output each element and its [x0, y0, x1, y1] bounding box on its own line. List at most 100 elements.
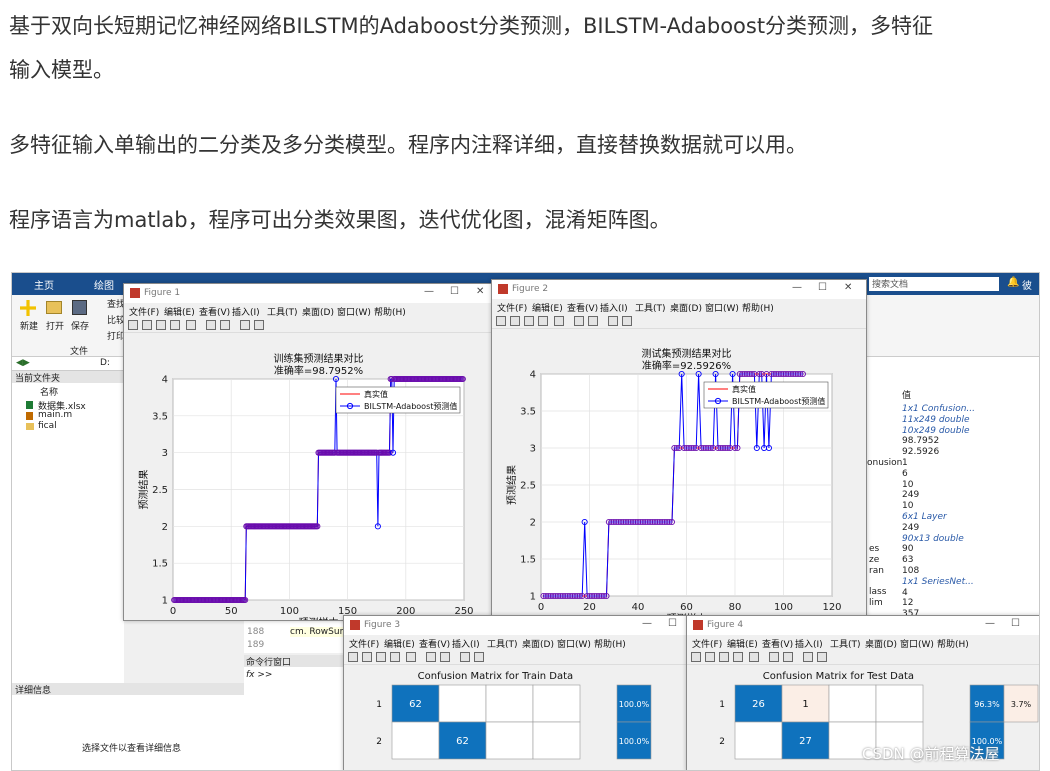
pointer-icon[interactable]	[803, 652, 813, 662]
figure3-window[interactable]: Figure 3— ☐ 文件(F) 编辑(E) 查看(V) 插入(I) 工具(T) 桌面(D…	[343, 615, 689, 770]
save-disk-icon[interactable]	[72, 300, 87, 315]
menu-item[interactable]: 工具(T)	[267, 305, 298, 318]
menu-item[interactable]: 工具(T)	[487, 637, 518, 650]
menu-item[interactable]: 窗口(W)	[557, 637, 591, 650]
command-window[interactable]: fx >>	[244, 667, 344, 770]
link-icon[interactable]	[749, 652, 759, 662]
new-icon[interactable]	[128, 320, 138, 330]
layout-icon[interactable]	[474, 652, 484, 662]
legend-icon[interactable]	[783, 652, 793, 662]
open-icon[interactable]	[362, 652, 372, 662]
menu-item[interactable]: 查看(V)	[762, 637, 793, 650]
minimize-button[interactable]: —	[424, 286, 434, 297]
figure4-titlebar[interactable]: Figure 4— ☐	[687, 616, 1039, 635]
open-icon[interactable]	[705, 652, 715, 662]
save-icon[interactable]	[376, 652, 386, 662]
link-icon[interactable]	[186, 320, 196, 330]
user-menu[interactable]: 彼	[1022, 277, 1032, 292]
pointer-icon[interactable]	[608, 316, 618, 326]
tab-home[interactable]: 主页	[34, 277, 54, 292]
legend-icon[interactable]	[220, 320, 230, 330]
print-icon[interactable]	[538, 316, 548, 326]
ws-value-header[interactable]: 值	[902, 388, 911, 401]
colorbar-icon[interactable]	[206, 320, 216, 330]
open-folder-icon[interactable]	[46, 301, 62, 314]
open-icon[interactable]	[142, 320, 152, 330]
menu-item[interactable]: 桌面(D)	[670, 301, 702, 314]
print-icon[interactable]	[170, 320, 180, 330]
maximize-button[interactable]: ☐	[450, 286, 459, 297]
menu-item[interactable]: 帮助(H)	[374, 305, 406, 318]
close-button[interactable]: ✕	[476, 286, 484, 297]
maximize-button[interactable]: ☐	[1011, 618, 1020, 629]
open-icon[interactable]	[510, 316, 520, 326]
maximize-button[interactable]: ☐	[818, 282, 827, 293]
menu-item[interactable]: 文件(F)	[692, 637, 722, 650]
menu-item[interactable]: 编辑(E)	[164, 305, 195, 318]
col-name-header[interactable]: 名称	[40, 385, 58, 398]
save-icon[interactable]	[719, 652, 729, 662]
layout-icon[interactable]	[254, 320, 264, 330]
link-icon[interactable]	[406, 652, 416, 662]
menu-item[interactable]: 窗口(W)	[705, 301, 739, 314]
new-button-label[interactable]: 新建	[20, 319, 38, 332]
figure1-titlebar[interactable]: Figure 1— ☐ ✕	[124, 284, 494, 303]
pointer-icon[interactable]	[240, 320, 250, 330]
path-text[interactable]: D:	[100, 358, 110, 368]
menu-item[interactable]: 查看(V)	[199, 305, 230, 318]
menu-item[interactable]: 桌面(D)	[865, 637, 897, 650]
new-icon[interactable]	[691, 652, 701, 662]
menu-item[interactable]: 插入(I)	[795, 637, 823, 650]
menu-item[interactable]: 编辑(E)	[532, 301, 563, 314]
nav-arrows-icon[interactable]: ◀▶	[16, 358, 30, 368]
menu-item[interactable]: 桌面(D)	[302, 305, 334, 318]
menu-item[interactable]: 插入(I)	[232, 305, 260, 318]
minimize-button[interactable]: —	[985, 618, 995, 629]
maximize-button[interactable]: ☐	[668, 618, 677, 629]
menu-item[interactable]: 查看(V)	[567, 301, 598, 314]
menu-item[interactable]: 窗口(W)	[337, 305, 371, 318]
search-docs-input[interactable]: 搜索文档	[869, 277, 999, 291]
bell-icon[interactable]: 🔔	[1007, 277, 1019, 288]
menu-item[interactable]: 帮助(H)	[937, 637, 969, 650]
legend-icon[interactable]	[588, 316, 598, 326]
menu-item[interactable]: 工具(T)	[830, 637, 861, 650]
minimize-button[interactable]: —	[642, 618, 652, 629]
legend-icon[interactable]	[440, 652, 450, 662]
menu-item[interactable]: 帮助(H)	[742, 301, 774, 314]
save-icon[interactable]	[524, 316, 534, 326]
menu-item[interactable]: 插入(I)	[452, 637, 480, 650]
figure2-titlebar[interactable]: Figure 2— ☐ ✕	[492, 280, 866, 299]
new-icon[interactable]	[20, 300, 36, 316]
layout-icon[interactable]	[817, 652, 827, 662]
close-button[interactable]: ✕	[844, 282, 852, 293]
menu-item[interactable]: 编辑(E)	[727, 637, 758, 650]
pointer-icon[interactable]	[460, 652, 470, 662]
menu-item[interactable]: 文件(F)	[349, 637, 379, 650]
menu-item[interactable]: 工具(T)	[635, 301, 666, 314]
new-icon[interactable]	[348, 652, 358, 662]
print-icon[interactable]	[390, 652, 400, 662]
save-icon[interactable]	[156, 320, 166, 330]
print-icon[interactable]	[733, 652, 743, 662]
menu-item[interactable]: 编辑(E)	[384, 637, 415, 650]
layout-icon[interactable]	[622, 316, 632, 326]
minimize-button[interactable]: —	[792, 282, 802, 293]
new-icon[interactable]	[496, 316, 506, 326]
menu-item[interactable]: 查看(V)	[419, 637, 450, 650]
figure3-titlebar[interactable]: Figure 3— ☐	[344, 616, 688, 635]
colorbar-icon[interactable]	[426, 652, 436, 662]
figure2-window[interactable]: Figure 2— ☐ ✕ 文件(F) 编辑(E) 查看(V) 插入(I) 工具(T) 桌面(…	[491, 279, 867, 619]
open-button-label[interactable]: 打开	[46, 319, 64, 332]
menu-item[interactable]: 文件(F)	[497, 301, 527, 314]
colorbar-icon[interactable]	[769, 652, 779, 662]
menu-item[interactable]: 文件(F)	[129, 305, 159, 318]
menu-item[interactable]: 桌面(D)	[522, 637, 554, 650]
menu-item[interactable]: 窗口(W)	[900, 637, 934, 650]
colorbar-icon[interactable]	[574, 316, 584, 326]
tab-plot[interactable]: 绘图	[94, 277, 114, 292]
figure1-window[interactable]: Figure 1— ☐ ✕ 文件(F) 编辑(E) 查看(V) 插入(I) 工具(T) 桌面(…	[123, 283, 495, 621]
menu-item[interactable]: 帮助(H)	[594, 637, 626, 650]
link-icon[interactable]	[554, 316, 564, 326]
save-button-label[interactable]: 保存	[71, 319, 89, 332]
